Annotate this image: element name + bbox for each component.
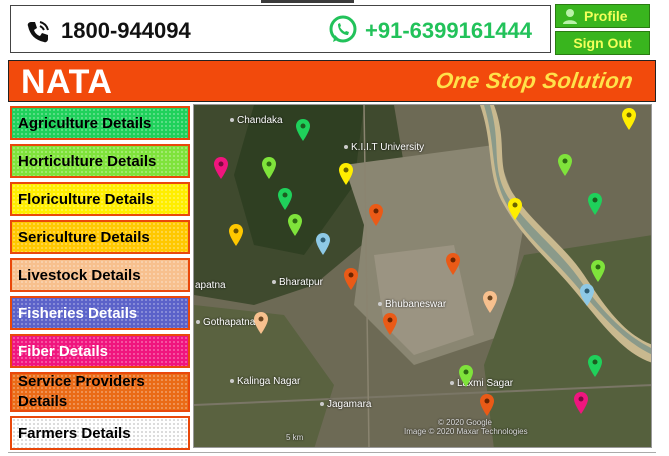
menu-item-label: Agriculture Details [18,114,152,132]
map-marker-orange[interactable] [383,313,397,335]
menu-fisheries[interactable]: Fisheries Details [10,296,190,330]
menu-agriculture[interactable]: Agriculture Details [10,106,190,140]
map-marker-lightgreen[interactable] [459,365,473,387]
whatsapp-icon [329,15,357,43]
map-marker-orange[interactable] [369,204,383,226]
menu-item-label: Sericulture Details [18,228,150,246]
map-label-jagamara: Jagamara [320,399,371,410]
menu-item-label: Horticulture Details [18,152,157,170]
menu-floriculture[interactable]: Floriculture Details [10,182,190,216]
menu-item-label: Floriculture Details [18,190,154,208]
menu-livestock[interactable]: Livestock Details [10,258,190,292]
map-marker-yellow[interactable] [339,163,353,185]
menu-item-label: Livestock Details [18,266,141,284]
whatsapp-number[interactable]: +91-6399161444 [365,18,532,44]
map-marker-green[interactable] [278,188,292,210]
phone-number[interactable]: 1800-944094 [61,18,191,44]
map-marker-orange[interactable] [480,394,494,416]
divider [8,452,656,453]
menu-item-label: Service Providers Details [18,373,145,410]
map-marker-gold[interactable] [229,224,243,246]
map-marker-peach[interactable] [483,291,497,313]
profile-label: Profile [584,8,628,24]
menu-service-providers[interactable]: Service Providers Details [10,372,190,412]
menu-horticulture[interactable]: Horticulture Details [10,144,190,178]
user-icon [563,9,577,24]
page: 1800-944094 +91-6399161444 Profile Sign … [0,0,669,456]
map-label-gothapatna: Gothapatna [196,317,255,328]
menu-sericulture[interactable]: Sericulture Details [10,220,190,254]
map-marker-lightblue[interactable] [580,284,594,306]
menu-farmers[interactable]: Farmers Details [10,416,190,450]
top-strip [261,0,354,3]
map-marker-yellow[interactable] [508,198,522,220]
map-scale: 5 km [286,433,304,442]
map-marker-green[interactable] [588,193,602,215]
map-marker-yellow[interactable] [622,108,636,130]
map-label-bhubaneswar: Bhubaneswar [378,299,446,310]
map-marker-lightgreen[interactable] [262,157,276,179]
map-marker-green[interactable] [588,355,602,377]
map-label-chandaka: Chandaka [230,115,283,126]
signout-button[interactable]: Sign Out [555,31,650,55]
category-menu: Agriculture Details Horticulture Details… [8,104,190,454]
map-label-apatna: apatna [194,280,226,291]
map-label-kiit: K.I.I.T University [344,142,424,153]
map-marker-lightgreen[interactable] [591,260,605,282]
map-marker-lightgreen[interactable] [288,214,302,236]
map-marker-pink[interactable] [574,392,588,414]
menu-fiber[interactable]: Fiber Details [10,334,190,368]
map-marker-pink[interactable] [214,157,228,179]
map-marker-lightgreen[interactable] [558,154,572,176]
map-marker-lightblue[interactable] [316,233,330,255]
map-label-bharatpur: Bharatpur [272,277,323,288]
map-marker-green[interactable] [296,119,310,141]
menu-item-label: Farmers Details [18,424,131,442]
brand-name: NATA [21,63,113,101]
menu-item-label: Fiber Details [18,342,109,360]
map-copyright: © 2020 Google [438,418,492,427]
brand-slogan: One Stop Solution [434,68,635,93]
profile-button[interactable]: Profile [555,4,650,28]
phone-icon [27,21,49,43]
map-marker-orange[interactable] [446,253,460,275]
brand-bar: NATA One Stop Solution [8,60,656,102]
map-imagery-credit: Image © 2020 Maxar Technologies [404,427,528,436]
map-label-kalinga-nagar: Kalinga Nagar [230,376,300,387]
menu-item-label: Fisheries Details [18,304,138,322]
map-marker-peach[interactable] [254,312,268,334]
map-marker-orange[interactable] [344,268,358,290]
map-view[interactable]: Chandaka K.I.I.T University apatna Bhara… [193,104,652,448]
contact-bar: 1800-944094 +91-6399161444 [10,5,551,53]
